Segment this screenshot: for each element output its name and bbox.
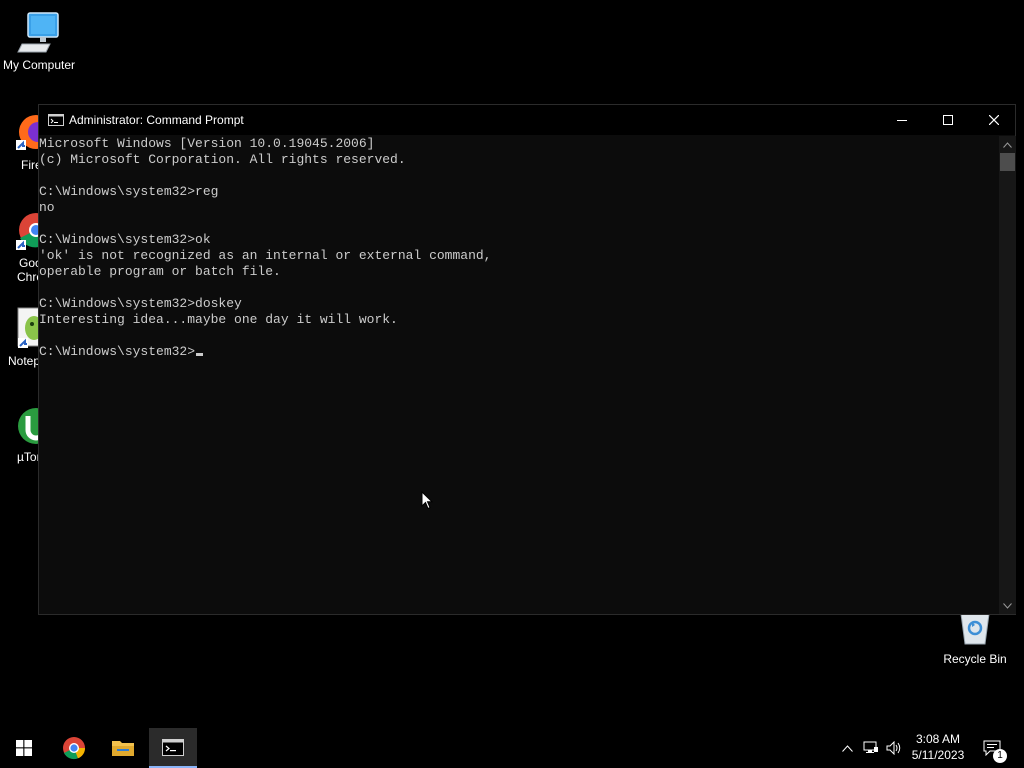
clock[interactable]: 3:08 AM 5/11/2023 bbox=[905, 731, 971, 763]
speaker-icon bbox=[886, 741, 901, 755]
start-button[interactable] bbox=[0, 728, 48, 768]
windows-logo-icon bbox=[16, 740, 32, 756]
console-line: no bbox=[39, 200, 55, 215]
console-output[interactable]: Microsoft Windows [Version 10.0.19045.20… bbox=[39, 136, 999, 614]
text-cursor bbox=[196, 353, 204, 356]
chevron-up-icon bbox=[1003, 141, 1012, 148]
mouse-pointer-icon bbox=[421, 491, 433, 510]
scroll-down-button[interactable] bbox=[999, 597, 1016, 614]
show-hidden-icons-button[interactable] bbox=[837, 728, 857, 768]
computer-icon bbox=[17, 12, 59, 53]
taskbar-command-prompt-button[interactable] bbox=[149, 728, 197, 768]
clock-time: 3:08 AM bbox=[915, 732, 961, 746]
cmd-icon bbox=[48, 114, 64, 126]
console-line: 'ok' is not recognized as an internal or… bbox=[39, 248, 492, 263]
window-title: Administrator: Command Prompt bbox=[69, 113, 244, 127]
desktop: My Computer Fire Goc Chro Notep µTor Rec… bbox=[0, 0, 1024, 728]
chrome-icon bbox=[63, 737, 86, 760]
maximize-icon bbox=[943, 115, 953, 125]
close-button[interactable] bbox=[971, 105, 1017, 135]
chevron-down-icon bbox=[1003, 602, 1012, 609]
scroll-up-button[interactable] bbox=[999, 136, 1016, 153]
desktop-icon-label: My Computer bbox=[2, 58, 76, 72]
volume-button[interactable] bbox=[884, 728, 904, 768]
taskbar: 3:08 AM 5/11/2023 bbox=[0, 728, 1024, 768]
desktop-icon-label: Recycle Bin bbox=[943, 652, 1007, 666]
command-prompt-window[interactable]: Administrator: Command Prompt Microsoft … bbox=[38, 104, 1016, 615]
network-button[interactable] bbox=[860, 728, 882, 768]
taskbar-file-explorer-button[interactable] bbox=[99, 728, 147, 768]
console-prompt-line[interactable]: C:\Windows\system32> bbox=[39, 344, 999, 360]
minimize-icon bbox=[897, 120, 907, 121]
chevron-up-icon bbox=[841, 744, 853, 752]
vertical-scrollbar[interactable] bbox=[999, 136, 1016, 614]
console-line: Interesting idea...maybe one day it will… bbox=[39, 312, 398, 327]
desktop-icon-my-computer[interactable]: My Computer bbox=[0, 10, 78, 72]
title-bar[interactable]: Administrator: Command Prompt bbox=[39, 105, 1015, 135]
recycle-bin-icon bbox=[960, 613, 990, 645]
console-line: operable program or batch file. bbox=[39, 264, 281, 279]
taskbar-chrome-button[interactable] bbox=[50, 728, 98, 768]
console-line: C:\Windows\system32>doskey bbox=[39, 296, 242, 311]
notification-count-badge: 1 bbox=[993, 749, 1007, 763]
minimize-button[interactable] bbox=[879, 105, 925, 135]
scrollbar-thumb[interactable] bbox=[1000, 153, 1015, 171]
network-icon bbox=[863, 741, 878, 753]
console-line: C:\Windows\system32>ok bbox=[39, 232, 211, 247]
cmd-icon bbox=[162, 738, 184, 756]
clock-date: 5/11/2023 bbox=[911, 748, 965, 762]
close-icon bbox=[989, 115, 999, 125]
console-line: (c) Microsoft Corporation. All rights re… bbox=[39, 152, 406, 167]
console-line: Microsoft Windows [Version 10.0.19045.20… bbox=[39, 136, 375, 151]
console-line: C:\Windows\system32>reg bbox=[39, 184, 219, 199]
console-prompt: C:\Windows\system32> bbox=[39, 344, 196, 359]
folder-icon bbox=[112, 741, 134, 756]
desktop-icon-recycle-bin[interactable]: Recycle Bin bbox=[940, 610, 1010, 666]
maximize-button[interactable] bbox=[925, 105, 971, 135]
